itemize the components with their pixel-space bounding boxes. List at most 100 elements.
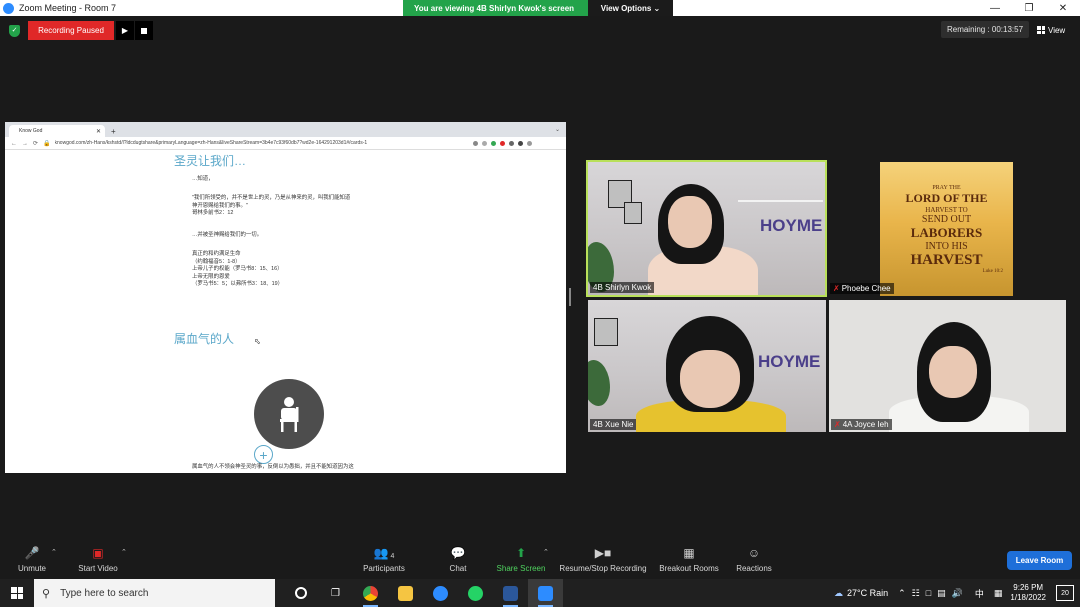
cloud-rain-icon: ☁ [833, 587, 843, 598]
browser-extensions [472, 140, 532, 146]
window-title: Zoom Meeting - Room 7 [19, 3, 117, 13]
chat-icon: 💬 [450, 546, 466, 560]
new-tab-icon[interactable]: + [111, 127, 116, 136]
ime-grid-icon[interactable]: ▦ [994, 588, 1003, 599]
paragraph: 真正的和约满足生命 （约翰福音5：1-8） 上帝儿子的权能（罗马书8：15、16）上… [192, 251, 284, 287]
browser-tab-strip: Know God ✕ + ⌄ [5, 122, 566, 137]
file-explorer-icon[interactable] [388, 579, 423, 607]
video-off-icon: ▣ [92, 546, 104, 560]
mic-muted-icon: 🎤 [24, 546, 40, 560]
audio-options-chevron-icon[interactable]: ⌃ [51, 548, 57, 556]
participant-name-tag: ✗ Phoebe Chee [830, 283, 894, 294]
video-tile-phoebe[interactable]: PRAY THE LORD OF THE HARVEST TO SEND OUT… [828, 162, 1066, 296]
tab-close-icon[interactable]: ✕ [96, 128, 101, 135]
view-label: View [1048, 25, 1066, 35]
recording-status-badge: Recording Paused [28, 21, 114, 40]
share-screen-icon: ⬆ [515, 546, 527, 560]
person-chair-icon [254, 379, 324, 449]
wall-shelf [738, 200, 823, 202]
breakout-rooms-button[interactable]: ▦ Breakout Rooms [656, 544, 722, 573]
record-controls-icon: ▶■ [594, 546, 612, 560]
video-options-chevron-icon[interactable]: ⌃ [121, 548, 127, 556]
video-tile-shirlyn[interactable]: HOYME 4B Shirlyn Kwok [586, 160, 827, 297]
paragraph: …并被圣神赐给我们的一切。 [192, 232, 263, 238]
zoom-taskbar-icon[interactable] [528, 579, 563, 607]
messenger-icon[interactable] [423, 579, 458, 607]
person-face [680, 350, 740, 408]
browser-nav-icons[interactable]: ←→⟳ [5, 140, 43, 147]
reactions-button[interactable]: ☺ Reactions [734, 544, 774, 573]
video-tile-joyce[interactable]: ✗ 4A Joyce Ieh [829, 300, 1066, 432]
tray-icons[interactable]: ⌃☷□▤🔊 [898, 588, 969, 599]
windows-logo-icon [11, 587, 23, 599]
video-tile-xue-nie[interactable]: HOYME 4B Xue Nie [588, 300, 826, 432]
mic-muted-icon: ✗ [834, 420, 841, 429]
viewing-banner: You are viewing 4B Shirlyn Kwok's screen… [403, 0, 673, 16]
windows-taskbar: ⚲ Type here to search ❐ ☁ 27°C Rain ⌃☷□▤… [0, 579, 1080, 607]
view-button[interactable]: View [1037, 22, 1065, 38]
whatsapp-icon[interactable] [458, 579, 493, 607]
unmute-button[interactable]: 🎤 Unmute [14, 544, 50, 573]
participant-name-tag: ✗ 4A Joyce Ieh [831, 419, 892, 430]
weather-widget[interactable]: ☁ 27°C Rain [834, 588, 888, 599]
leave-room-button[interactable]: Leave Room [1007, 551, 1072, 570]
harvest-image: PRAY THE LORD OF THE HARVEST TO SEND OUT… [880, 162, 1013, 296]
participants-button[interactable]: 👥 4 Participants [358, 544, 410, 573]
picture-frame [594, 318, 618, 346]
shared-screen: Know God ✕ + ⌄ ←→⟳ 🔒 knowgod.com/zh-Hans… [5, 122, 566, 473]
web-page: 圣灵让我们… …知道， "我们所领受的，并不是世上的灵，乃是从神来的灵，叫我们能… [5, 150, 566, 473]
input-language[interactable]: 中 [975, 587, 984, 600]
search-icon: ⚲ [42, 587, 51, 600]
add-circle-icon[interactable]: + [254, 445, 273, 464]
share-screen-button[interactable]: ⬆ Share Screen [494, 544, 548, 573]
person-face [668, 196, 712, 248]
profile-icon[interactable] [517, 140, 523, 146]
minimize-icon[interactable]: — [978, 0, 1012, 16]
start-video-button[interactable]: ▣ Start Video [74, 544, 122, 573]
person-face [929, 346, 977, 398]
split-view-handle[interactable] [569, 288, 571, 306]
shield-icon[interactable]: ✓ [9, 25, 20, 37]
puzzle-icon[interactable] [508, 140, 514, 146]
taskbar-apps: ❐ [283, 579, 563, 607]
restore-icon[interactable]: ❐ [1012, 0, 1046, 16]
share-options-chevron-icon[interactable]: ⌃ [543, 548, 549, 556]
resume-stop-recording-button[interactable]: ▶■ Resume/Stop Recording [556, 544, 650, 573]
extension-icon[interactable] [490, 140, 496, 146]
clock[interactable]: 9:26 PM 1/18/2022 [1010, 583, 1046, 603]
wall-letters: HOYME [758, 352, 821, 371]
share-icon[interactable] [472, 140, 478, 146]
paragraph: "我们所领受的，并不是世上的灵，乃是从神来的灵，叫我们能知道 神开恩赐给我们的事。… [192, 195, 351, 216]
view-options-button[interactable]: View Options ⌄ [588, 0, 673, 16]
zoom-app-icon [3, 2, 14, 14]
resume-recording-button[interactable]: ▶ [116, 21, 134, 40]
stop-recording-button[interactable] [135, 21, 153, 40]
taskbar-search[interactable]: ⚲ Type here to search [34, 579, 275, 607]
mic-muted-icon: ✗ [833, 284, 840, 293]
browser-tab[interactable]: Know God ✕ [9, 125, 105, 137]
chat-button[interactable]: 💬 Chat [444, 544, 472, 573]
extension-icon[interactable] [499, 140, 505, 146]
notifications-icon[interactable]: 20 [1056, 585, 1074, 601]
stop-icon [141, 27, 147, 34]
close-icon[interactable]: ✕ [1046, 0, 1080, 16]
chrome-icon[interactable] [353, 579, 388, 607]
start-button[interactable] [0, 587, 34, 599]
window-controls: — ❐ ✕ [978, 0, 1080, 16]
browser-tab-title: Know God [19, 128, 43, 134]
menu-icon[interactable] [526, 140, 532, 146]
browser-address-bar[interactable]: knowgod.com/zh-Hans/kshstd/l?ldcdugtshar… [55, 140, 465, 146]
picture-frame [624, 202, 642, 224]
task-view-icon[interactable]: ❐ [318, 579, 353, 607]
smiley-icon: ☺ [747, 546, 761, 560]
remaining-time: Remaining : 00:13:57 [941, 21, 1029, 38]
play-icon: ▶ [121, 26, 129, 35]
zoom-meeting-window: Zoom Meeting - Room 7 — ❐ ✕ You are view… [0, 0, 1080, 607]
participants-icon: 👥 4 [373, 546, 395, 560]
word-icon[interactable] [493, 579, 528, 607]
tab-list-chevron-icon[interactable]: ⌄ [555, 126, 560, 133]
mouse-cursor-icon: ⬁ [254, 337, 261, 346]
star-icon[interactable] [481, 140, 487, 146]
participant-name-tag: 4B Xue Nie [590, 419, 637, 430]
cortana-icon[interactable] [283, 579, 318, 607]
